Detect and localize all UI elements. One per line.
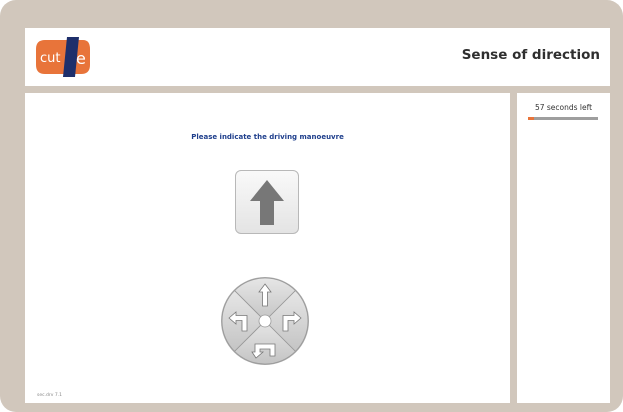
svg-text:cut: cut: [40, 51, 60, 66]
timer-label: 57 seconds left: [534, 103, 593, 112]
svg-text:e: e: [76, 49, 86, 68]
stimulus-card: [235, 170, 299, 234]
answer-wheel: [221, 277, 309, 365]
main-panel: Please indicate the driving manoeuvre se…: [25, 93, 510, 403]
app-frame: cut e Sense of direction Please indicate…: [0, 0, 623, 412]
instruction-text: Please indicate the driving manoeuvre: [191, 133, 344, 141]
cut-e-logo: cut e: [36, 37, 90, 77]
side-panel: 57 seconds left: [517, 93, 610, 403]
header-bar: cut e Sense of direction: [25, 28, 610, 86]
page-title: Sense of direction: [461, 47, 600, 63]
version-label: sec.drv 7.1: [37, 393, 62, 398]
timer-progress-fill: [528, 117, 534, 120]
timer-progress-bar: [528, 117, 598, 120]
wheel-center: [258, 314, 272, 328]
arrow-up-icon: [250, 180, 284, 225]
